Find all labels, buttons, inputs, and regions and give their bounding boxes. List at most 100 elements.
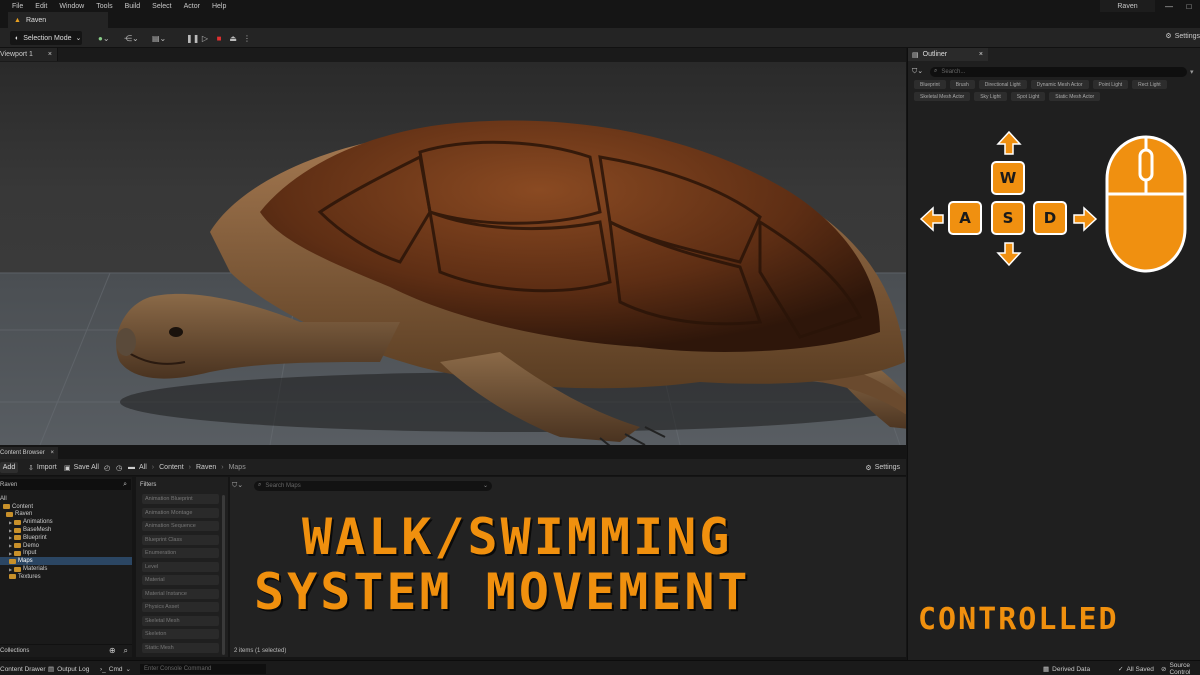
forward-icon: ◷ (116, 464, 123, 472)
chevron-down-icon: ⌄ (125, 666, 131, 673)
filter-button[interactable]: Animation Montage (142, 507, 219, 518)
search-icon: ⌕ (258, 482, 262, 488)
viewport-tab[interactable]: Viewport 1 × (0, 48, 58, 61)
tree-search-input[interactable]: Raven ⌕ (0, 479, 131, 490)
tree-item-label: Animations (23, 519, 53, 526)
outliner-tab[interactable]: ▤ Outliner × (908, 48, 988, 61)
tree-item[interactable]: ▶ Demo (0, 542, 132, 550)
outliner-search-input[interactable]: ⌕ Search... (930, 66, 1187, 77)
breadcrumb-all[interactable]: All (139, 464, 147, 471)
search-icon[interactable]: ⌕ (124, 646, 128, 656)
filter-button[interactable]: Level (142, 561, 219, 572)
eject-icon[interactable]: ⏏ (228, 34, 238, 43)
import-button[interactable]: ⇩ Import (28, 462, 57, 473)
chip-blueprint[interactable]: Blueprint (914, 80, 946, 89)
filter-icon[interactable]: ⛉⌄ (912, 67, 930, 76)
filter-button[interactable]: Animation Sequence (142, 521, 219, 531)
filter-button[interactable]: Physics Asset (142, 602, 219, 612)
chip-spot-light[interactable]: Spot Light (1010, 92, 1046, 101)
tree-item[interactable]: ▶ Input (0, 550, 132, 558)
close-icon[interactable]: × (48, 51, 52, 58)
add-actor-icon[interactable]: ● ⌄ (98, 32, 110, 44)
tree-item[interactable]: Content (0, 503, 132, 511)
settings-button[interactable]: ⚙ Settings (1165, 32, 1200, 41)
filters-scrollbar[interactable] (222, 495, 225, 655)
history-forward-button[interactable]: ◷ (116, 462, 122, 473)
more-options-icon[interactable]: ⋮ (242, 34, 252, 43)
filter-icon[interactable]: ⛉⌄ (232, 481, 254, 490)
chip-rect-light[interactable]: Rect Light (1132, 80, 1167, 89)
filter-button[interactable]: Enumeration (142, 548, 219, 558)
stop-icon[interactable]: ■ (214, 34, 224, 43)
tree-item[interactable]: ▶ Blueprint (0, 534, 132, 542)
asset-search-input[interactable]: ⌕ Search Maps ⌄ (254, 480, 492, 491)
menu-build[interactable]: Build (119, 3, 147, 10)
folder-icon: ▬ (128, 464, 135, 471)
content-browser-tab[interactable]: Content Browser × (0, 447, 58, 459)
level-viewport[interactable] (0, 62, 906, 445)
document-tab-row: ▲ Raven (0, 12, 1200, 28)
filter-button[interactable]: Material (142, 575, 219, 585)
cmd-dropdown[interactable]: ›_ Cmd ⌄ (100, 664, 131, 674)
derived-data-button[interactable]: ▦ Derived Data (1043, 664, 1090, 674)
source-control-button[interactable]: ⊘ Source Control (1161, 662, 1200, 675)
maximize-button[interactable]: □ (1182, 0, 1196, 12)
tree-item[interactable]: ▶ BaseMesh (0, 526, 132, 534)
outliner-settings-icon[interactable]: ▾ (1190, 68, 1198, 76)
minimize-button[interactable]: — (1162, 0, 1176, 12)
chip-sky-light[interactable]: Sky Light (974, 92, 1007, 101)
tree-item[interactable]: Textures (0, 573, 132, 581)
filter-button[interactable]: Skeletal Mesh (142, 615, 219, 626)
breadcrumb-raven[interactable]: Raven (196, 464, 216, 471)
filter-button[interactable]: Animation Blueprint (142, 494, 219, 504)
menu-help[interactable]: Help (206, 3, 232, 10)
level-tab[interactable]: ▲ Raven (8, 12, 108, 28)
menu-edit[interactable]: Edit (29, 3, 53, 10)
chip-brush[interactable]: Brush (949, 80, 975, 89)
save-all-button[interactable]: ▣ Save All (64, 462, 99, 473)
menu-file[interactable]: File (0, 3, 29, 10)
filter-button[interactable]: Static Mesh (142, 642, 219, 653)
tree-item[interactable]: Maps (0, 557, 132, 566)
menu-window[interactable]: Window (53, 3, 90, 10)
close-icon[interactable]: × (50, 450, 54, 456)
output-log-button[interactable]: ▤ Output Log (48, 664, 89, 674)
outliner-search-placeholder: Search... (941, 68, 966, 75)
add-collection-icon[interactable]: ⊕ (109, 646, 116, 656)
tree-item[interactable]: ▶ Materials (0, 565, 132, 573)
cinematics-icon[interactable]: ▤⌄ (152, 32, 166, 44)
breadcrumb-content[interactable]: Content (159, 464, 184, 471)
filter-button[interactable]: Skeleton (142, 629, 219, 639)
folder-icon (14, 535, 21, 541)
breadcrumb-maps[interactable]: Maps (229, 464, 246, 471)
filter-button[interactable]: Material Instance (142, 588, 219, 599)
close-icon[interactable]: × (979, 51, 983, 58)
chip-dynamic-mesh-actor[interactable]: Dynamic Mesh Actor (1030, 80, 1089, 89)
filter-button[interactable]: Blueprint Class (142, 534, 219, 545)
menu-select[interactable]: Select (146, 3, 177, 10)
tree-item[interactable]: All (0, 495, 132, 503)
content-drawer-button[interactable]: Content Drawer (0, 664, 46, 674)
menu-tools[interactable]: Tools (90, 3, 118, 10)
console-command-input[interactable]: Enter Console Command (140, 664, 266, 674)
chip-static-mesh-actor[interactable]: Static Mesh Actor (1049, 92, 1101, 101)
selection-mode-dropdown[interactable]: ◐ Selection Mode ⌄ (10, 31, 82, 45)
chip-point-light[interactable]: Point Light (1092, 80, 1129, 89)
pause-icon[interactable]: ❚❚ (186, 34, 199, 43)
chip-skeletal-mesh-actor[interactable]: Skeletal Mesh Actor (914, 92, 971, 101)
source-control-label: Source Control (1169, 662, 1191, 675)
title-line-2: SYSTEM MOVEMENT (254, 563, 751, 621)
chip-directional-light[interactable]: Directional Light (978, 80, 1027, 89)
asset-search-row: ⛉⌄ ⌕ Search Maps ⌄ (232, 480, 492, 491)
tree-item[interactable]: Raven (0, 511, 132, 519)
tree-item[interactable]: ▶ Animations (0, 518, 132, 526)
history-back-button[interactable]: ◴ (104, 462, 110, 473)
blueprint-icon[interactable]: ⋲⌄ (124, 32, 139, 44)
step-icon[interactable]: ▷ (200, 34, 210, 43)
add-button[interactable]: Add (0, 462, 18, 473)
menu-actor[interactable]: Actor (178, 3, 206, 10)
content-browser-settings-button[interactable]: ⚙ Settings (865, 462, 900, 473)
cmd-label: Cmd (108, 665, 123, 673)
play-controls: ❚❚ ▷ ■ ⏏ ⋮ (186, 31, 252, 45)
all-saved-button[interactable]: ✓ All Saved (1118, 664, 1154, 674)
